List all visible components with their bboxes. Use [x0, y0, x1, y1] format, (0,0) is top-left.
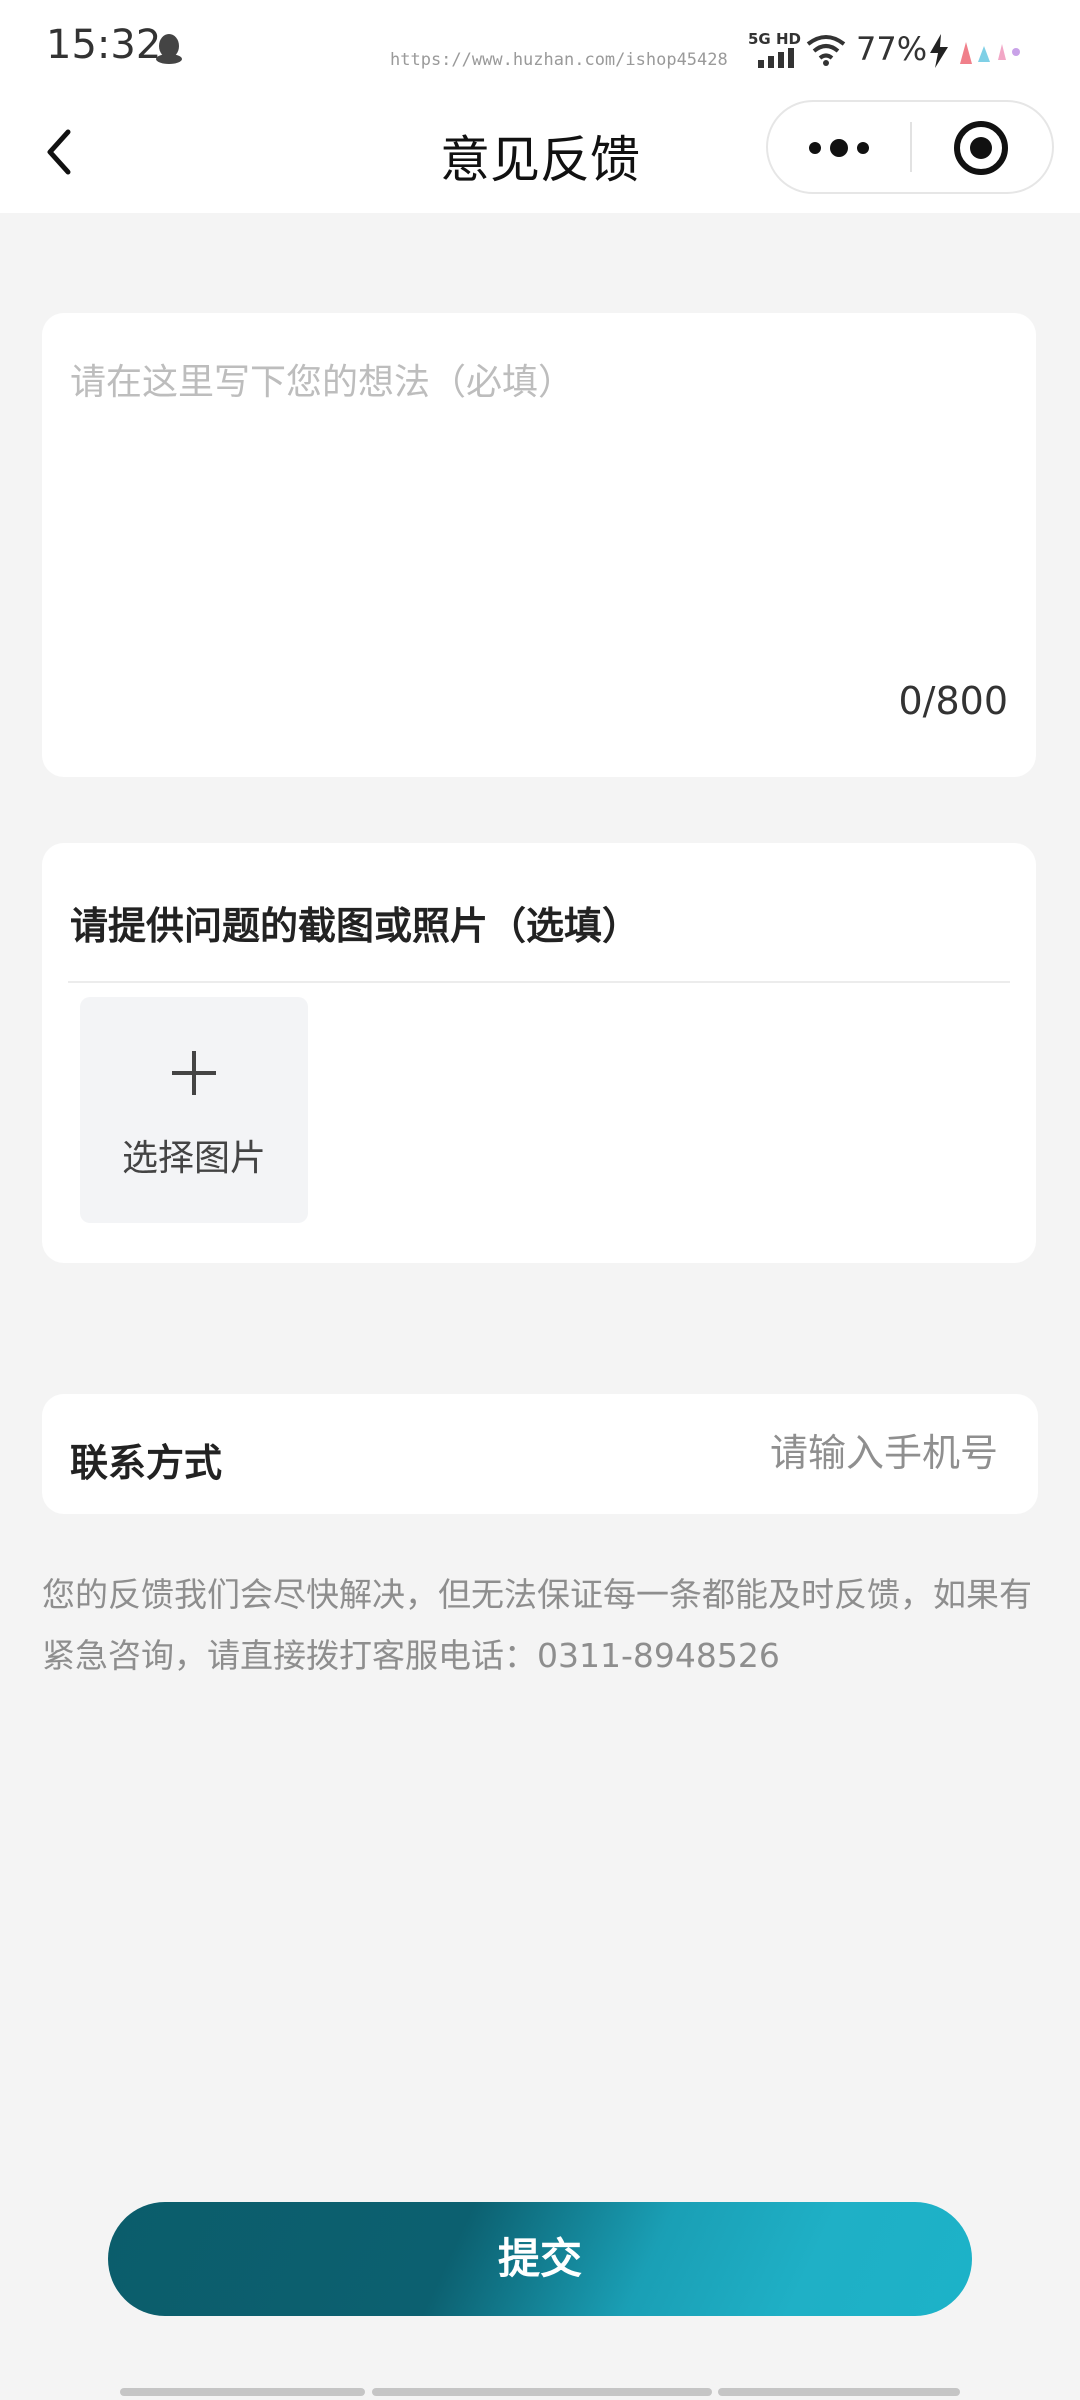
network-type: 5G HD	[748, 30, 801, 48]
gesture-bar	[120, 2388, 960, 2396]
status-time: 15:32	[46, 22, 162, 68]
section-divider	[68, 981, 1010, 983]
feedback-notice: 您的反馈我们会尽快解决，但无法保证每一条都能及时反馈，如果有紧急咨询，请直接拨打…	[42, 1575, 1032, 1675]
wifi-icon	[806, 35, 846, 66]
submit-button[interactable]: 提交	[108, 2202, 972, 2316]
navigation-bar: 意见反馈	[0, 100, 1080, 213]
feedback-card: 0/800	[42, 313, 1036, 777]
choose-image-label: 选择图片	[121, 1138, 266, 1179]
close-miniprogram-button[interactable]	[912, 102, 1054, 192]
phone-input[interactable]	[498, 1420, 998, 1486]
plus-icon	[172, 1051, 216, 1095]
miniprogram-capsule	[766, 100, 1054, 194]
screenshot-upload-card: 请提供问题的截图或照片（选填） 选择图片	[42, 843, 1036, 1263]
watermark-url: https://www.huzhan.com/ishop45428	[390, 50, 728, 70]
more-dots-icon	[809, 139, 869, 157]
contact-label: 联系方式	[70, 1441, 223, 1485]
charging-icon	[930, 34, 948, 68]
choose-image-button[interactable]: 选择图片	[80, 997, 308, 1223]
character-counter: 0/800	[898, 679, 1008, 723]
upload-section-title: 请提供问题的截图或照片（选填）	[70, 904, 641, 948]
target-close-icon	[954, 121, 1008, 175]
more-options-button[interactable]	[768, 102, 910, 192]
signal-icon	[758, 48, 794, 68]
app-notification-icons	[960, 42, 1020, 64]
contact-card: 联系方式	[42, 1394, 1038, 1514]
status-bar: 15:32 https://www.huzhan.com/ishop45428 …	[0, 0, 1080, 100]
qq-notification-icon	[156, 34, 182, 64]
battery-level: 77%	[856, 30, 928, 68]
feedback-textarea[interactable]	[70, 353, 1008, 653]
